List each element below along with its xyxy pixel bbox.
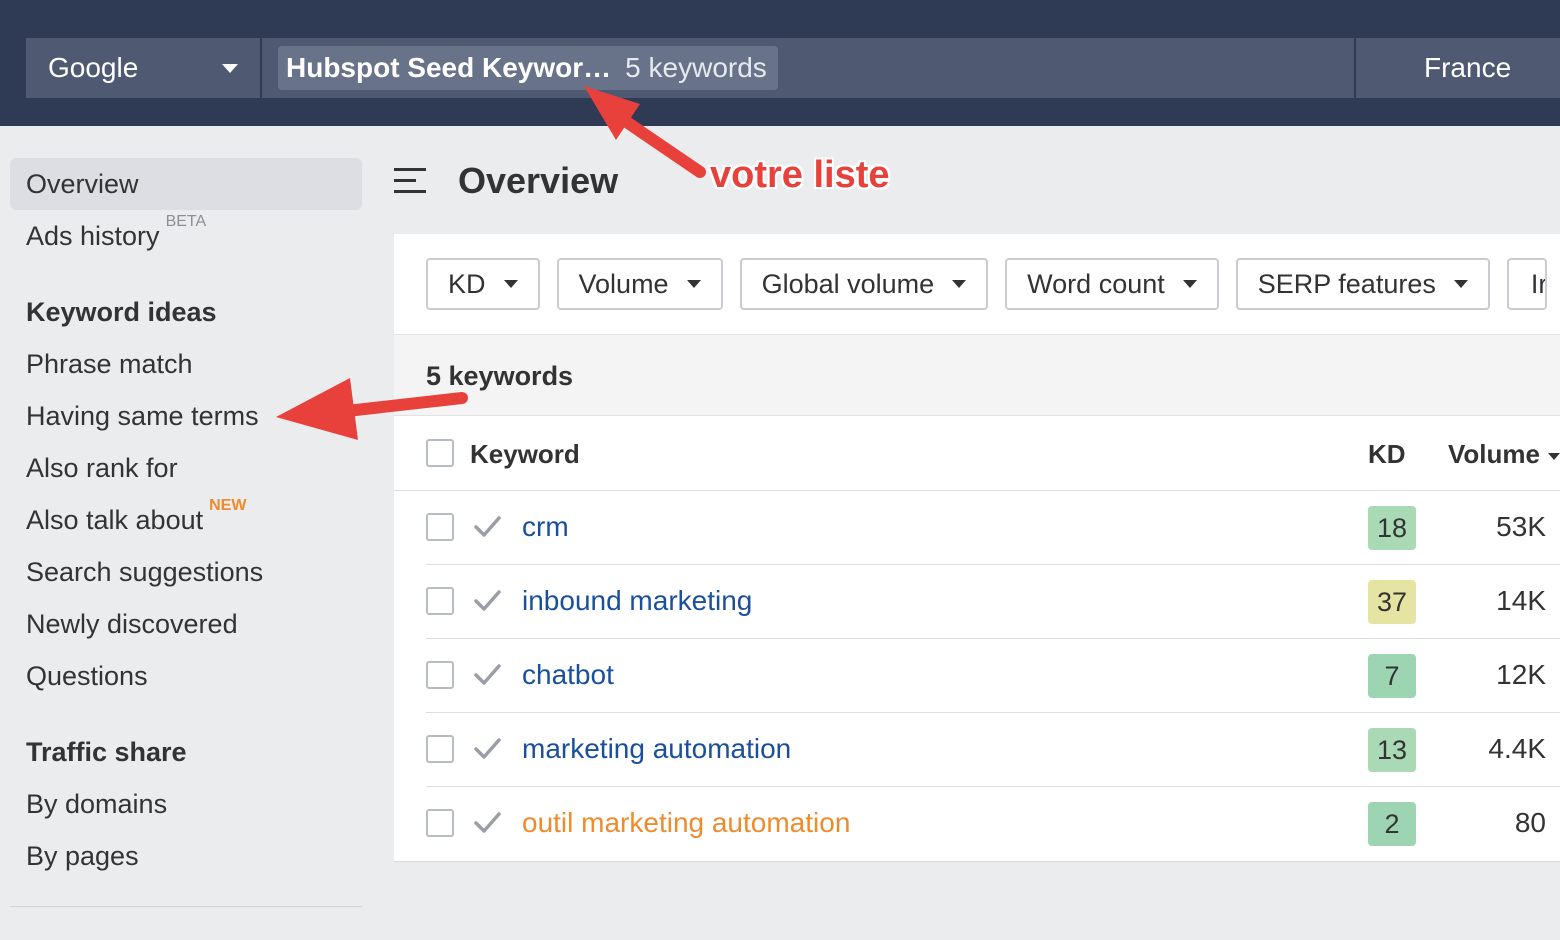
row-checkbox[interactable] [426,661,454,689]
country-select[interactable]: France [1356,38,1560,98]
sidebar-item-label: Also rank for [26,452,178,483]
sidebar-item-label: Having same terms [26,400,259,431]
filter-label: Ir [1530,268,1547,299]
chevron-down-icon [952,280,967,288]
chevron-down-icon [1182,280,1197,288]
table-row: crm 18 53K [426,491,1560,565]
sidebar-item-overview[interactable]: Overview [10,158,362,210]
volume-value: 4.4K [1488,733,1546,764]
filter-label: Global volume [761,268,935,299]
checkmark-icon [474,812,501,833]
volume-value: 12K [1496,659,1546,690]
filter-bar: KD Volume Global volume Word count SERP … [426,258,1547,310]
sidebar-item-also-rank-for[interactable]: Also rank for [10,442,362,494]
sidebar-item-questions[interactable]: Questions [10,650,362,702]
kd-badge: 13 [1368,728,1416,772]
sidebar-item-phrase-match[interactable]: Phrase match [10,338,362,390]
kd-badge: 37 [1368,580,1416,624]
main-panel: KD Volume Global volume Word count SERP … [394,234,1560,862]
annotation-label: votre liste [710,154,890,196]
filter-label: KD [448,268,486,299]
keyword-link[interactable]: outil marketing automation [522,807,850,839]
table-row: chatbot 7 12K [426,639,1560,713]
results-count: 5 keywords [426,361,574,391]
country-label: France [1424,52,1512,83]
sidebar-item-label: Newly discovered [26,608,238,639]
sidebar-item-search-suggestions[interactable]: Search suggestions [10,546,362,598]
checkmark-icon [474,738,501,759]
sidebar-item-label: Questions [26,660,148,691]
volume-value: 14K [1496,585,1546,616]
sidebar-item-label: Ads history [26,220,160,251]
row-checkbox[interactable] [426,587,454,615]
section-heading-traffic-share: Traffic share [26,736,187,767]
section-heading-keyword-ideas: Keyword ideas [26,296,217,327]
filter-label: SERP features [1257,268,1436,299]
filter-kd[interactable]: KD [426,258,540,310]
filter-global-volume[interactable]: Global volume [739,258,989,310]
volume-value: 80 [1514,807,1546,838]
column-header-volume[interactable]: Volume [1448,439,1560,470]
filter-label: Word count [1027,268,1165,299]
checkmark-icon [474,664,501,685]
sidebar-item-label: By pages [26,840,139,871]
results-count-bar: 5 keywords [394,334,1560,416]
sidebar-item-also-talk-about[interactable]: Also talk about NEW [10,494,362,546]
keyword-link[interactable]: crm [522,511,569,543]
row-checkbox[interactable] [426,513,454,541]
chevron-down-icon [503,280,518,288]
sidebar-item-ads-history[interactable]: Ads history BETA [10,210,362,262]
search-engine-label: Google [48,52,139,83]
volume-value: 53K [1496,511,1546,542]
beta-badge: BETA [165,213,207,230]
filter-more[interactable]: Ir [1506,258,1547,310]
filter-word-count[interactable]: Word count [1005,258,1219,310]
checkmark-icon [474,590,501,611]
sidebar-item-by-pages[interactable]: By pages [10,830,362,882]
search-engine-select[interactable]: Google [26,38,260,98]
kd-badge: 18 [1368,506,1416,550]
checkmark-icon [474,516,501,537]
filter-volume[interactable]: Volume [556,258,723,310]
sidebar-item-by-domains[interactable]: By domains [10,778,362,830]
keyword-link[interactable]: inbound marketing [522,585,752,617]
select-all-checkbox[interactable] [426,439,454,467]
column-header-keyword[interactable]: Keyword [470,439,580,470]
keyword-list-count: 5 keywords [625,52,767,83]
chevron-down-icon [686,280,701,288]
sidebar-item-newly-discovered[interactable]: Newly discovered [10,598,362,650]
new-badge: NEW [209,497,247,514]
filter-label: Volume [578,268,669,299]
sidebar-item-label: By domains [26,788,168,819]
table-row: marketing automation 13 4.4K [426,713,1560,787]
row-checkbox[interactable] [426,809,454,837]
top-bar: Google Hubspot Seed Keywor… 5 keywords F… [0,0,1560,126]
sort-desc-icon [1547,452,1560,460]
kd-badge: 7 [1368,654,1416,698]
table-header: Keyword KD Volume [394,417,1560,491]
kd-badge: 2 [1368,802,1416,846]
sidebar-item-having-same-terms[interactable]: Having same terms [10,390,362,442]
keyword-link[interactable]: marketing automation [522,733,791,765]
sidebar-item-label: Phrase match [26,348,193,379]
column-header-volume-label: Volume [1448,439,1540,469]
row-checkbox[interactable] [426,735,454,763]
page-title: Overview [458,160,619,201]
sidebar-item-label: Search suggestions [26,556,264,587]
sidebar: Overview Ads history BETA Keyword ideas … [10,158,362,882]
keyword-link[interactable]: chatbot [522,659,614,691]
table-row: inbound marketing 37 14K [426,565,1560,639]
keyword-list-title: Hubspot Seed Keywor… [286,52,612,83]
table-row: outil marketing automation 2 80 [426,787,1560,861]
keyword-list-chip[interactable]: Hubspot Seed Keywor… 5 keywords [278,46,778,90]
menu-icon[interactable] [394,168,426,194]
sidebar-item-label: Overview [26,168,139,199]
chevron-down-icon [1453,280,1468,288]
sidebar-item-label: Also talk about [26,504,204,535]
chevron-down-icon [222,64,238,73]
sidebar-divider [10,906,362,907]
filter-serp-features[interactable]: SERP features [1235,258,1490,310]
keyword-list-bar: Hubspot Seed Keywor… 5 keywords [262,38,1354,98]
column-header-kd[interactable]: KD [1368,439,1406,470]
